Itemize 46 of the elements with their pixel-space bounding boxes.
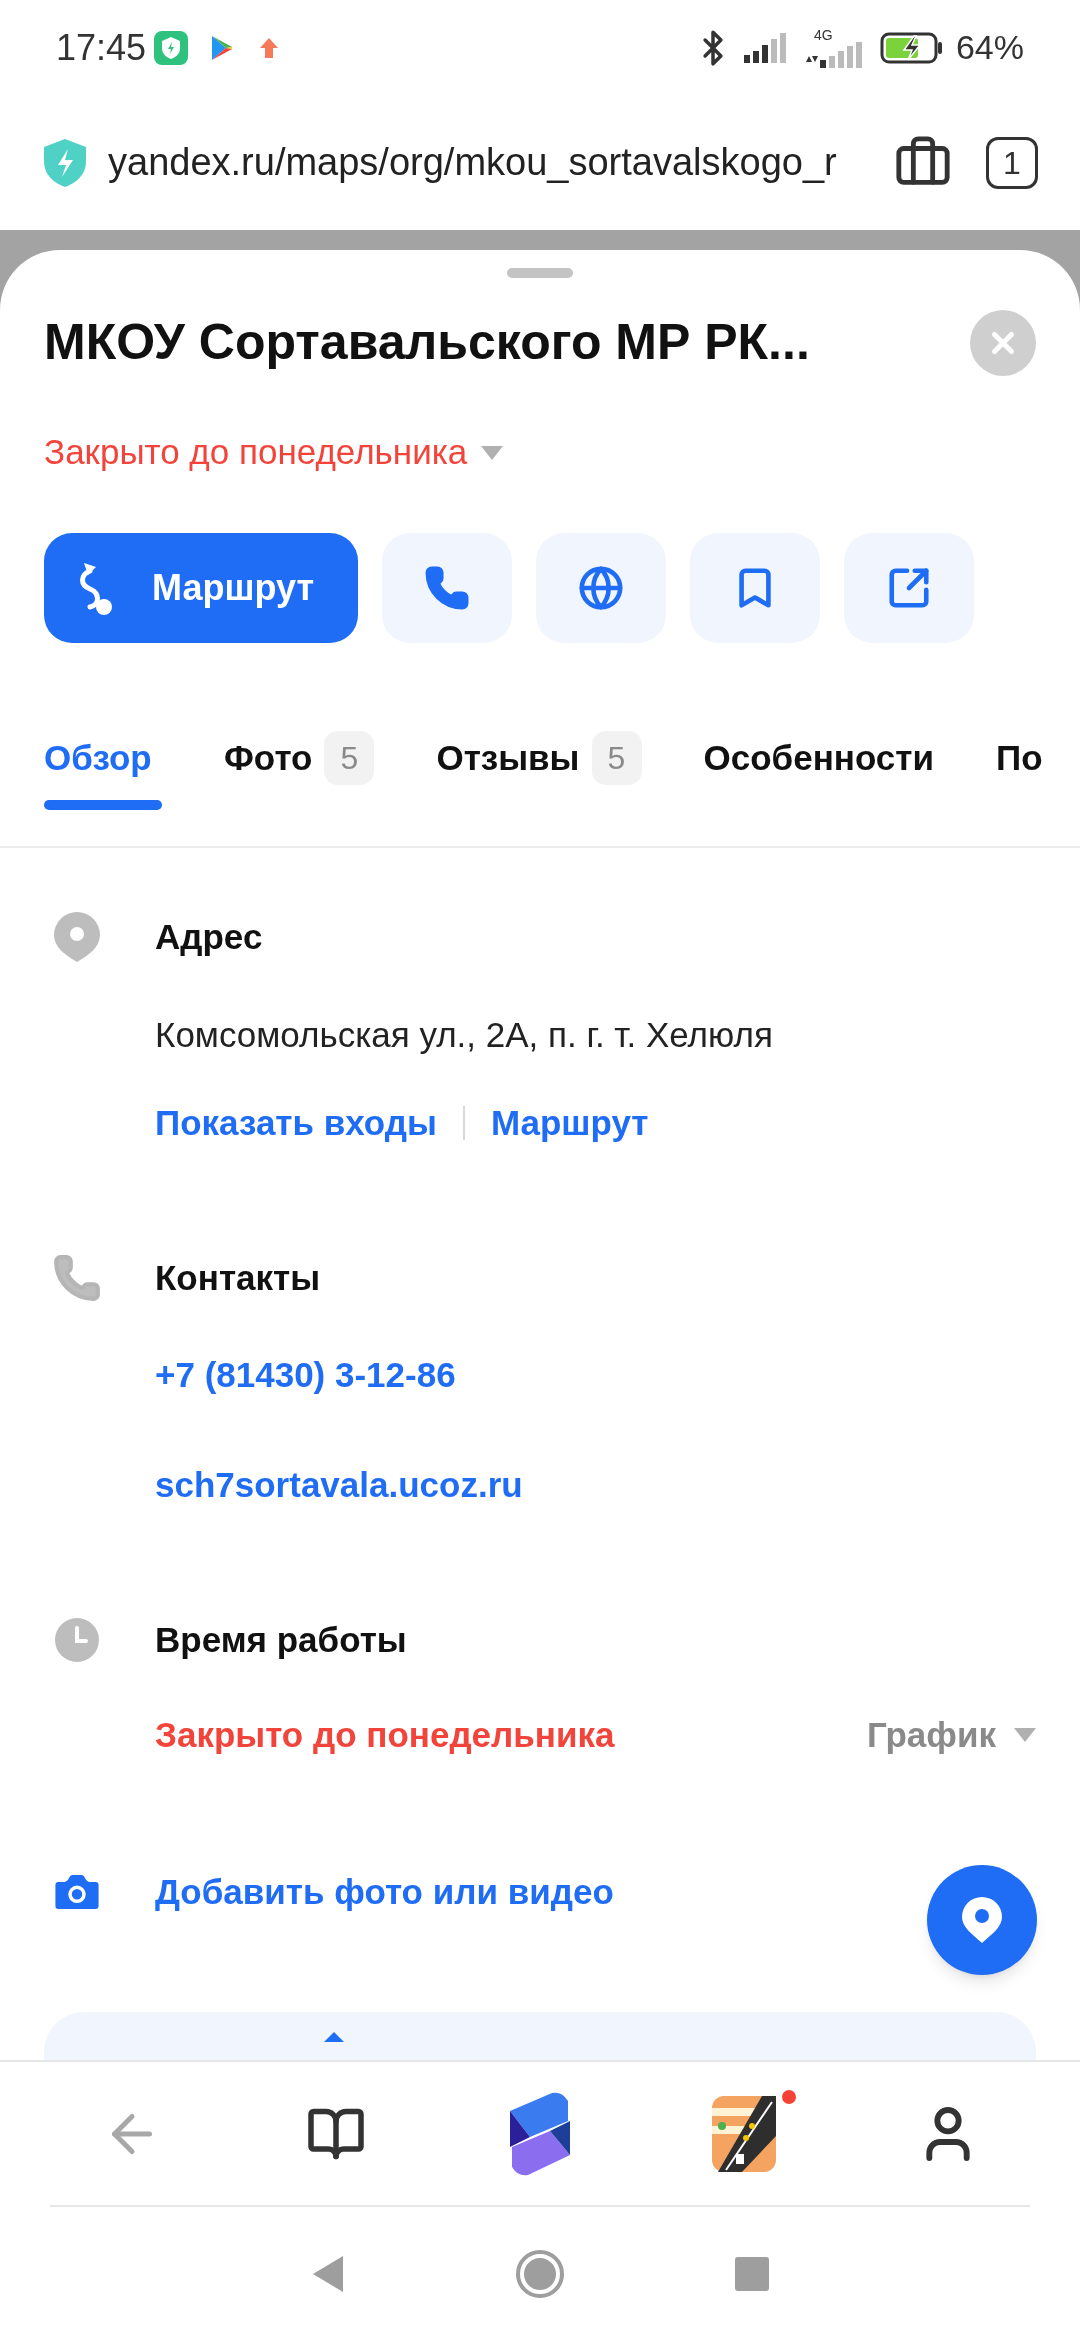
tab[interactable]: Отзывы (436, 731, 580, 785)
section-title: Адрес (155, 915, 263, 958)
pointer-icon (324, 2032, 344, 2042)
tab[interactable]: Обзор (44, 731, 152, 785)
section-title: Время работы (155, 1618, 407, 1661)
system-back-icon[interactable] (311, 2253, 345, 2294)
clock-icon (54, 1617, 100, 1663)
add-photo-link[interactable]: Добавить фото или видео (155, 1865, 614, 1919)
shield-app-icon (154, 30, 189, 65)
game-app-icon[interactable] (712, 2095, 776, 2172)
tab[interactable]: По (996, 731, 1043, 785)
route-button[interactable]: Маршрут (44, 533, 358, 643)
website-link[interactable]: sch7sortavala.ucoz.ru (155, 1458, 523, 1512)
address-text: Комсомольская ул., 2А, п. г. т. Хелюля (155, 1013, 773, 1056)
drag-handle[interactable] (507, 268, 573, 278)
phone-icon (424, 565, 470, 611)
count-badge: 5 (591, 731, 642, 785)
phone-link[interactable]: +7 (81430) 3-12-86 (155, 1348, 456, 1402)
section-title: Контакты (155, 1256, 321, 1299)
tab[interactable]: Особенности (703, 731, 934, 785)
battery-icon (879, 31, 944, 64)
bookmark-button[interactable] (690, 533, 820, 643)
tab[interactable]: Фото (224, 731, 313, 785)
globe-icon (578, 565, 624, 611)
open-status[interactable]: Закрыто до понедельника (44, 426, 468, 479)
web-button[interactable] (536, 533, 666, 643)
url-field[interactable]: yandex.ru/maps/org/mkou_sortavalskogo_r (108, 141, 837, 183)
location-pin-icon (52, 910, 102, 964)
system-home-icon[interactable] (515, 2248, 565, 2299)
link[interactable]: Маршрут (490, 1096, 649, 1150)
schedule-dropdown[interactable]: График (867, 1708, 996, 1762)
link[interactable]: Показать входы (155, 1096, 437, 1150)
security-shield-icon (42, 136, 88, 189)
tab-count[interactable]: 1 (986, 136, 1038, 189)
phone-icon (52, 1253, 102, 1303)
share-button[interactable] (844, 533, 974, 643)
count-badge: 5 (324, 731, 375, 785)
network-type: 4G (813, 27, 833, 42)
location-pin-icon (960, 1895, 1004, 1945)
hours-status: Закрыто до понедельника (155, 1713, 616, 1756)
share-icon (886, 565, 932, 611)
system-recents-icon[interactable] (735, 2256, 769, 2291)
phone-button[interactable] (382, 533, 512, 643)
clock-time: 17:45 (56, 25, 147, 70)
battery-percentage: 64% (955, 27, 1024, 68)
place-title: МКОУ Сортавальского МР РК... (44, 313, 811, 372)
